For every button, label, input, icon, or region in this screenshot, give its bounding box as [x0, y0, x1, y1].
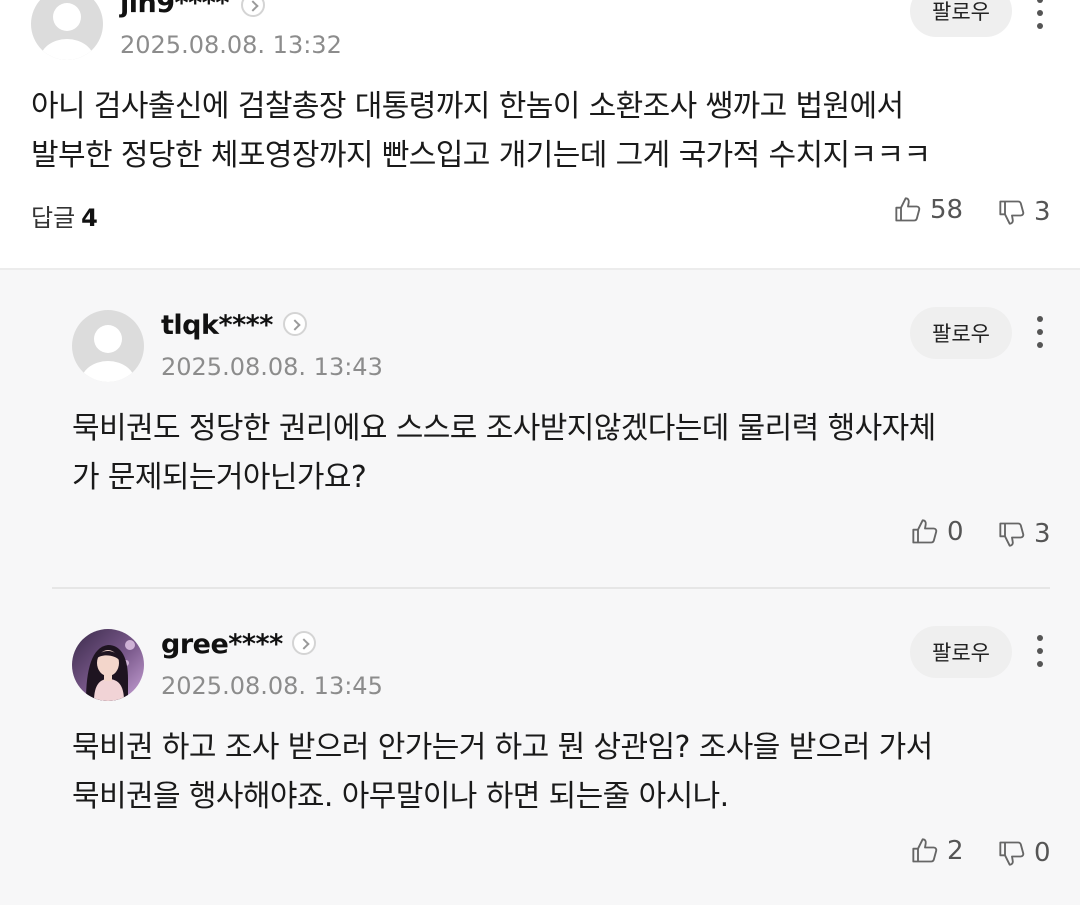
reply-text-line: 가 문제되는거아닌가요? — [72, 460, 367, 495]
reply-username[interactable]: tlqk**** — [161, 310, 273, 341]
chevron-right-circle-icon[interactable] — [241, 0, 265, 17]
like-count: 2 — [947, 836, 964, 866]
like-button[interactable]: 0 — [911, 517, 964, 547]
default-avatar[interactable] — [72, 310, 144, 382]
reply-text-line: 묵비권도 정당한 권리에요 스스로 조사받지않겠다는데 물리력 행사자체 — [72, 411, 936, 446]
thumbs-up-outline-icon — [912, 838, 938, 863]
user-silhouette-icon — [31, 0, 103, 60]
follow-button[interactable]: 팔로우 — [910, 626, 1012, 678]
like-button[interactable]: 2 — [911, 836, 964, 866]
dislike-button[interactable]: 3 — [998, 519, 1051, 549]
thumbs-down-outline-icon — [999, 522, 1025, 547]
thumbs-down-outline-icon — [999, 200, 1025, 225]
comment-text-line: 아니 검사출신에 검찰총장 대통령까지 한놈이 소환조사 쌩까고 법원에서 — [31, 89, 904, 124]
default-avatar[interactable] — [31, 0, 103, 60]
profile-photo-icon — [72, 629, 144, 701]
dislike-count: 3 — [1034, 519, 1051, 549]
reply-list: tlqk**** 2025.08.08. 13:43 팔로우 묵비권도 정당한 … — [0, 268, 1080, 905]
vertical-ellipsis-icon[interactable] — [1030, 312, 1050, 352]
chevron-right-circle-icon[interactable] — [283, 312, 307, 336]
vertical-ellipsis-icon[interactable] — [1030, 631, 1050, 671]
user-photo-avatar[interactable] — [72, 629, 144, 701]
vertical-ellipsis-icon[interactable] — [1030, 0, 1050, 33]
reply-timestamp: 2025.08.08. 13:45 — [161, 672, 383, 700]
reply-label: 답글 — [31, 204, 76, 232]
reply-count: 4 — [81, 204, 98, 232]
comment-username[interactable]: jin9**** — [120, 0, 230, 19]
comment-body: 아니 검사출신에 검찰총장 대통령까지 한놈이 소환조사 쌩까고 법원에서 발부… — [31, 82, 931, 180]
follow-button[interactable]: 팔로우 — [910, 307, 1012, 359]
follow-button[interactable]: 팔로우 — [910, 0, 1012, 37]
dislike-button[interactable]: 0 — [998, 838, 1051, 868]
comment-item: jin9**** 2025.08.08. 13:32 팔로우 아니 검사출신에 … — [0, 0, 1080, 268]
comment-timestamp: 2025.08.08. 13:32 — [120, 31, 342, 59]
dislike-count: 0 — [1034, 838, 1051, 868]
like-count: 0 — [947, 517, 964, 547]
reply-timestamp: 2025.08.08. 13:43 — [161, 353, 383, 381]
reply-toggle[interactable]: 답글 4 — [31, 198, 98, 233]
reply-text-line: 묵비권 하고 조사 받으러 안가는거 하고 뭔 상관임? 조사을 받으러 가서 — [72, 730, 933, 765]
dislike-count: 3 — [1034, 197, 1051, 227]
thumbs-up-outline-icon — [912, 519, 938, 544]
comment-text-line: 발부한 정당한 체포영장까지 빤스입고 개기는데 그게 국가적 수치지ㅋㅋㅋ — [31, 138, 931, 173]
like-button[interactable]: 58 — [894, 195, 963, 225]
reply-divider — [52, 587, 1050, 589]
user-silhouette-icon — [72, 310, 144, 382]
thumbs-down-outline-icon — [999, 841, 1025, 866]
chevron-right-circle-icon[interactable] — [292, 631, 316, 655]
like-count: 58 — [930, 195, 964, 225]
thumbs-up-outline-icon — [895, 197, 921, 222]
reply-text-line: 묵비권을 행사해야죠. 아무말이나 하면 되는줄 아시나. — [72, 779, 729, 814]
dislike-button[interactable]: 3 — [998, 197, 1051, 227]
reply-username[interactable]: gree**** — [161, 629, 283, 660]
reply-body: 묵비권도 정당한 권리에요 스스로 조사받지않겠다는데 물리력 행사자체 가 문… — [72, 404, 936, 502]
reply-body: 묵비권 하고 조사 받으러 안가는거 하고 뭔 상관임? 조사을 받으러 가서 … — [72, 723, 933, 821]
